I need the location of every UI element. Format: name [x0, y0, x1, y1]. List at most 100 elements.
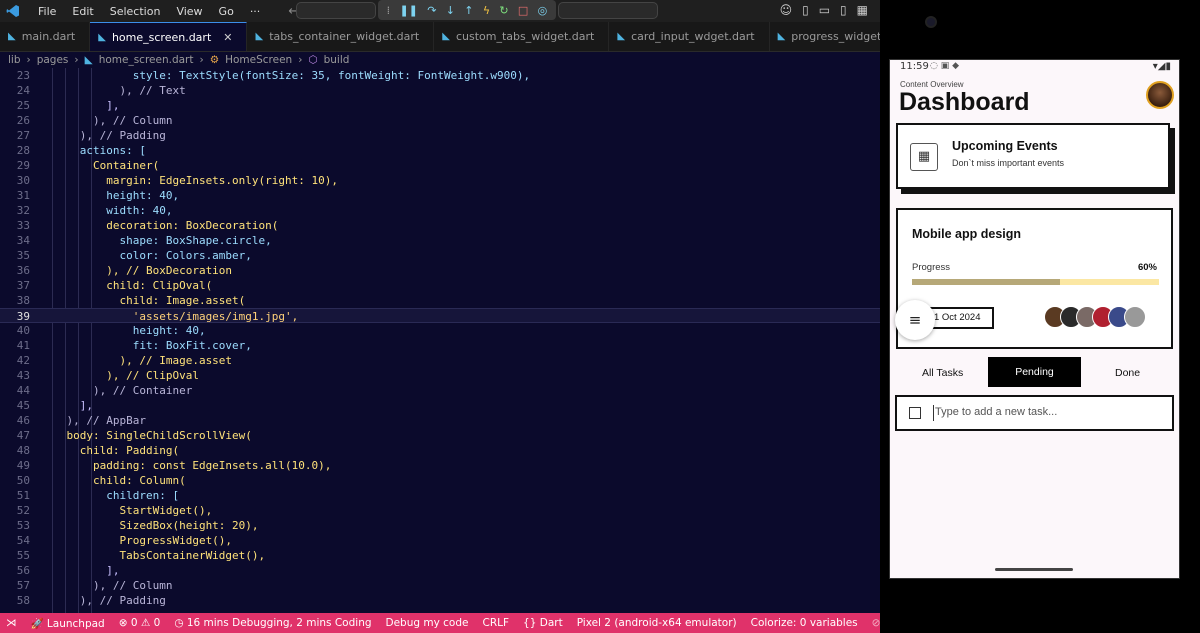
pause-icon[interactable]: ❚❚: [399, 4, 417, 17]
code-line[interactable]: 52 StartWidget(),: [0, 503, 880, 518]
line-number: 56: [16, 564, 30, 577]
line-number: 57: [16, 579, 30, 592]
breadcrumb-item[interactable]: home_screen.dart: [99, 54, 194, 66]
line-source: color: Colors.amber,: [40, 249, 252, 262]
eol-item[interactable]: CRLF: [483, 617, 510, 629]
drag-handle-icon[interactable]: ⁞: [387, 4, 391, 17]
code-line[interactable]: 49 padding: const EdgeInsets.all(10.0),: [0, 458, 880, 473]
colorize-item[interactable]: Colorize: 0 variables: [751, 617, 858, 629]
code-line[interactable]: 42 ), // Image.asset: [0, 353, 880, 368]
problems-item[interactable]: ⊗ 0 ⚠ 0: [119, 617, 161, 629]
step-out-icon[interactable]: ↑: [464, 4, 473, 17]
code-line[interactable]: 35 color: Colors.amber,: [0, 248, 880, 263]
debug-mode-item[interactable]: Debug my code: [386, 617, 469, 629]
code-line[interactable]: 48 child: Padding(: [0, 443, 880, 458]
remote-icon[interactable]: ⋊: [6, 617, 17, 629]
code-line[interactable]: 56 ],: [0, 563, 880, 578]
menu-go[interactable]: Go: [211, 5, 242, 18]
menu-selection[interactable]: Selection: [102, 5, 169, 18]
code-line[interactable]: 57 ), // Column: [0, 578, 880, 593]
copilot-icon[interactable]: ☺: [780, 3, 793, 17]
menu-view[interactable]: View: [168, 5, 210, 18]
search-box[interactable]: [558, 2, 658, 19]
class-icon: ⚙: [209, 54, 220, 66]
tab-main-dart[interactable]: ◣ main.dart: [0, 22, 91, 51]
restart-icon[interactable]: ↻: [499, 4, 508, 17]
new-task-field[interactable]: Type to add a new task...: [895, 395, 1174, 431]
menu-edit[interactable]: Edit: [64, 5, 101, 18]
code-line[interactable]: 47 body: SingleChildScrollView(: [0, 428, 880, 443]
language-item[interactable]: {} Dart: [523, 617, 563, 629]
toggle-secondary-sidebar-icon[interactable]: ▯: [840, 3, 847, 17]
breadcrumb: lib › pages › ◣ home_screen.dart › ⚙ HomeScre…: [0, 52, 880, 68]
breadcrumb-item[interactable]: build: [324, 54, 350, 66]
menu-more[interactable]: ···: [242, 5, 269, 18]
code-line[interactable]: 50 child: Column(: [0, 473, 880, 488]
tab-all-tasks[interactable]: All Tasks: [922, 367, 963, 379]
code-line[interactable]: 32 width: 40,: [0, 203, 880, 218]
code-line[interactable]: 55 TabsContainerWidget(),: [0, 548, 880, 563]
menu-file[interactable]: File: [30, 5, 64, 18]
code-line[interactable]: 37 child: ClipOval(: [0, 278, 880, 293]
tab-pending[interactable]: Pending: [988, 357, 1081, 387]
code-line[interactable]: 34 shape: BoxShape.circle,: [0, 233, 880, 248]
code-line[interactable]: 26 ), // Column: [0, 113, 880, 128]
tab-done[interactable]: Done: [1115, 367, 1140, 379]
code-line[interactable]: 53 SizedBox(height: 20),: [0, 518, 880, 533]
code-line[interactable]: 51 children: [: [0, 488, 880, 503]
toggle-sidebar-icon[interactable]: ▯: [802, 3, 809, 17]
tab-tabs-container-widget[interactable]: ◣ tabs_container_widget.dart: [247, 22, 435, 51]
gesture-bar[interactable]: [995, 568, 1073, 571]
code-line[interactable]: 40 height: 40,: [0, 323, 880, 338]
line-source: child: ClipOval(: [40, 279, 213, 292]
line-number: 23: [16, 69, 30, 82]
code-line[interactable]: 36 ), // BoxDecoration: [0, 263, 880, 278]
code-line[interactable]: 54 ProgressWidget(),: [0, 533, 880, 548]
step-over-icon[interactable]: ↷: [427, 4, 436, 17]
code-line[interactable]: 39 'assets/images/img1.jpg',: [0, 308, 880, 323]
line-number: 34: [16, 234, 30, 247]
code-line[interactable]: 38 child: Image.asset(: [0, 293, 880, 308]
code-line[interactable]: 28 actions: [: [0, 143, 880, 158]
tab-custom-tabs-widget[interactable]: ◣ custom_tabs_widget.dart: [434, 22, 610, 51]
code-line[interactable]: 25 ],: [0, 98, 880, 113]
breadcrumb-item[interactable]: HomeScreen: [225, 54, 292, 66]
hot-reload-icon[interactable]: ϟ: [483, 4, 490, 17]
colorize-toggle[interactable]: ⊘ Colorize: [872, 617, 880, 629]
code-line[interactable]: 46 ), // AppBar: [0, 413, 880, 428]
devtools-icon[interactable]: ◎: [538, 4, 548, 17]
device-item[interactable]: Pixel 2 (android-x64 emulator): [577, 617, 737, 629]
code-line[interactable]: 44 ), // Container: [0, 383, 880, 398]
code-line[interactable]: 41 fit: BoxFit.cover,: [0, 338, 880, 353]
code-line[interactable]: 23 style: TextStyle(fontSize: 35, fontWe…: [0, 68, 880, 83]
code-line[interactable]: 31 height: 40,: [0, 188, 880, 203]
tab-home-screen-dart[interactable]: ◣ home_screen.dart ✕: [90, 22, 248, 51]
code-line[interactable]: 45 ],: [0, 398, 880, 413]
member-avatar: [1124, 306, 1146, 328]
customize-layout-icon[interactable]: ▦: [857, 3, 868, 17]
toggle-panel-icon[interactable]: ▭: [819, 3, 830, 17]
line-source: style: TextStyle(fontSize: 35, fontWeigh…: [40, 69, 531, 82]
launchpad-item[interactable]: 🚀 Launchpad: [31, 617, 105, 630]
command-center-search[interactable]: [296, 2, 376, 19]
code-line[interactable]: 29 Container(: [0, 158, 880, 173]
breadcrumb-item[interactable]: lib: [8, 54, 21, 66]
code-line[interactable]: 58 ), // Padding: [0, 593, 880, 608]
code-line[interactable]: 27 ), // Padding: [0, 128, 880, 143]
code-line[interactable]: 33 decoration: BoxDecoration(: [0, 218, 880, 233]
avatar[interactable]: [1146, 81, 1174, 109]
task-checkbox[interactable]: [909, 407, 921, 419]
tab-card-input-wdget[interactable]: ◣ card_input_wdget.dart: [609, 22, 770, 51]
code-line[interactable]: 43 ), // ClipOval: [0, 368, 880, 383]
code-line[interactable]: 24 ), // Text: [0, 83, 880, 98]
code-line[interactable]: 30 margin: EdgeInsets.only(right: 10),: [0, 173, 880, 188]
code-area[interactable]: 23 style: TextStyle(fontSize: 35, fontWe…: [0, 68, 880, 613]
close-icon[interactable]: ✕: [223, 31, 232, 44]
upcoming-events-card[interactable]: ▦ Upcoming Events Don`t miss important e…: [896, 123, 1170, 189]
debug-time-item[interactable]: ◷ 16 mins Debugging, 2 mins Coding: [174, 617, 371, 629]
step-into-icon[interactable]: ↓: [446, 4, 455, 17]
menu-fab[interactable]: ≡: [895, 300, 935, 340]
stop-icon[interactable]: □: [518, 4, 528, 17]
breadcrumb-item[interactable]: pages: [37, 54, 69, 66]
tab-progress-widget[interactable]: ◣ progress_widget.dart: [770, 22, 880, 51]
